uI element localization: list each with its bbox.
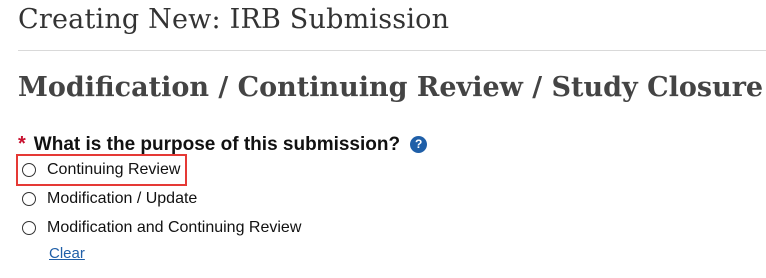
clear-link[interactable]: Clear	[49, 245, 85, 262]
radio-option-label: Modification / Update	[47, 190, 198, 207]
radio-button[interactable]	[22, 163, 36, 177]
purpose-question: * What is the purpose of this submission…	[18, 133, 428, 156]
radio-option-label: Continuing Review	[47, 161, 181, 178]
title-divider	[18, 50, 766, 51]
radio-button[interactable]	[22, 192, 36, 206]
radio-option-modification-update[interactable]: Modification / Update	[22, 190, 197, 208]
radio-option-continuing-review[interactable]: Continuing Review	[22, 161, 180, 179]
page-title: Creating New: IRB Submission	[18, 4, 450, 35]
required-marker: *	[18, 133, 26, 155]
radio-option-label: Modification and Continuing Review	[47, 219, 302, 236]
radio-option-modification-and-continuing-review[interactable]: Modification and Continuing Review	[22, 219, 301, 237]
radio-button[interactable]	[22, 221, 36, 235]
section-title: Modification / Continuing Review / Study…	[18, 72, 764, 103]
question-label: What is the purpose of this submission?	[33, 133, 401, 155]
question-circle-icon[interactable]: ?	[410, 136, 428, 153]
